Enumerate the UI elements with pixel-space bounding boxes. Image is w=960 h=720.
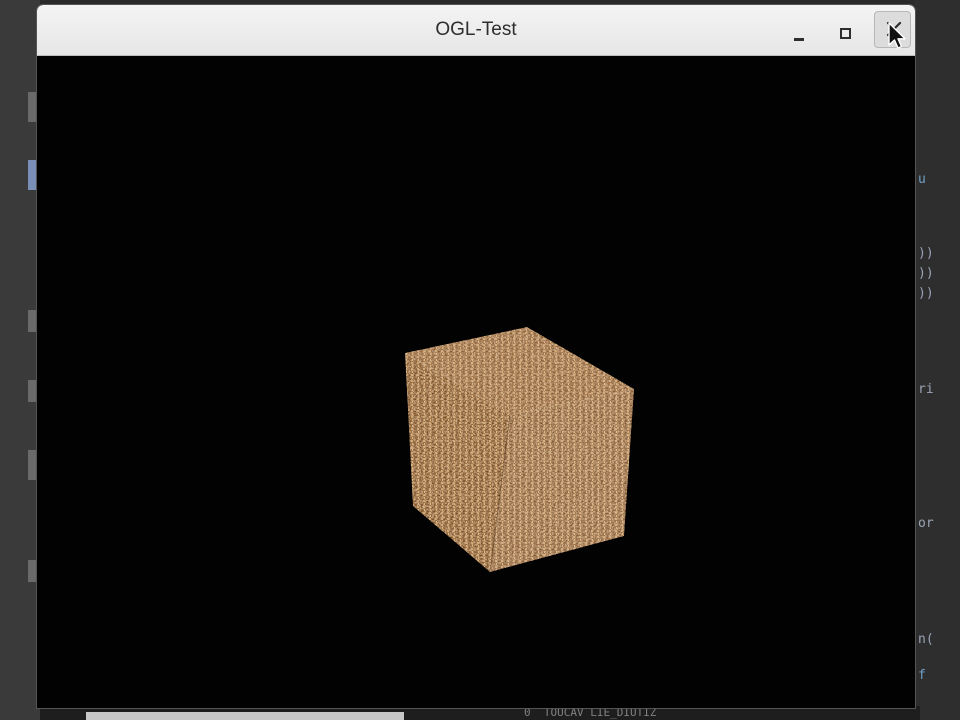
background-window-right: u )) )) )) ri or n( f <box>914 0 960 720</box>
background-code-fragment: f <box>918 668 926 683</box>
background-code-fragment: )) <box>918 246 934 261</box>
background-code-fragment: )) <box>918 266 934 281</box>
background-code-fragment: 0 TOUCAV LIE_DIUTIZ <box>524 706 657 719</box>
mouse-cursor-icon <box>888 22 906 49</box>
background-window-left <box>0 0 40 720</box>
maximize-icon <box>840 28 851 39</box>
maximize-button[interactable] <box>828 15 862 49</box>
background-code-fragment: u <box>918 172 926 187</box>
textured-cube <box>405 327 634 572</box>
background-code-fragment: or <box>918 516 934 531</box>
minimize-icon <box>794 38 804 41</box>
background-window-bottom: 0 TOUCAV LIE_DIUTIZ <box>40 706 920 720</box>
minimize-button[interactable] <box>782 15 816 49</box>
background-code-fragment: )) <box>918 286 934 301</box>
window-titlebar[interactable]: OGL-Test <box>37 5 915 56</box>
background-scrollbar[interactable] <box>86 712 404 720</box>
background-code-fragment: ri <box>918 382 934 397</box>
ogl-test-window[interactable]: OGL-Test <box>37 5 915 708</box>
background-code-fragment: n( <box>918 632 934 647</box>
opengl-viewport[interactable] <box>37 56 915 708</box>
